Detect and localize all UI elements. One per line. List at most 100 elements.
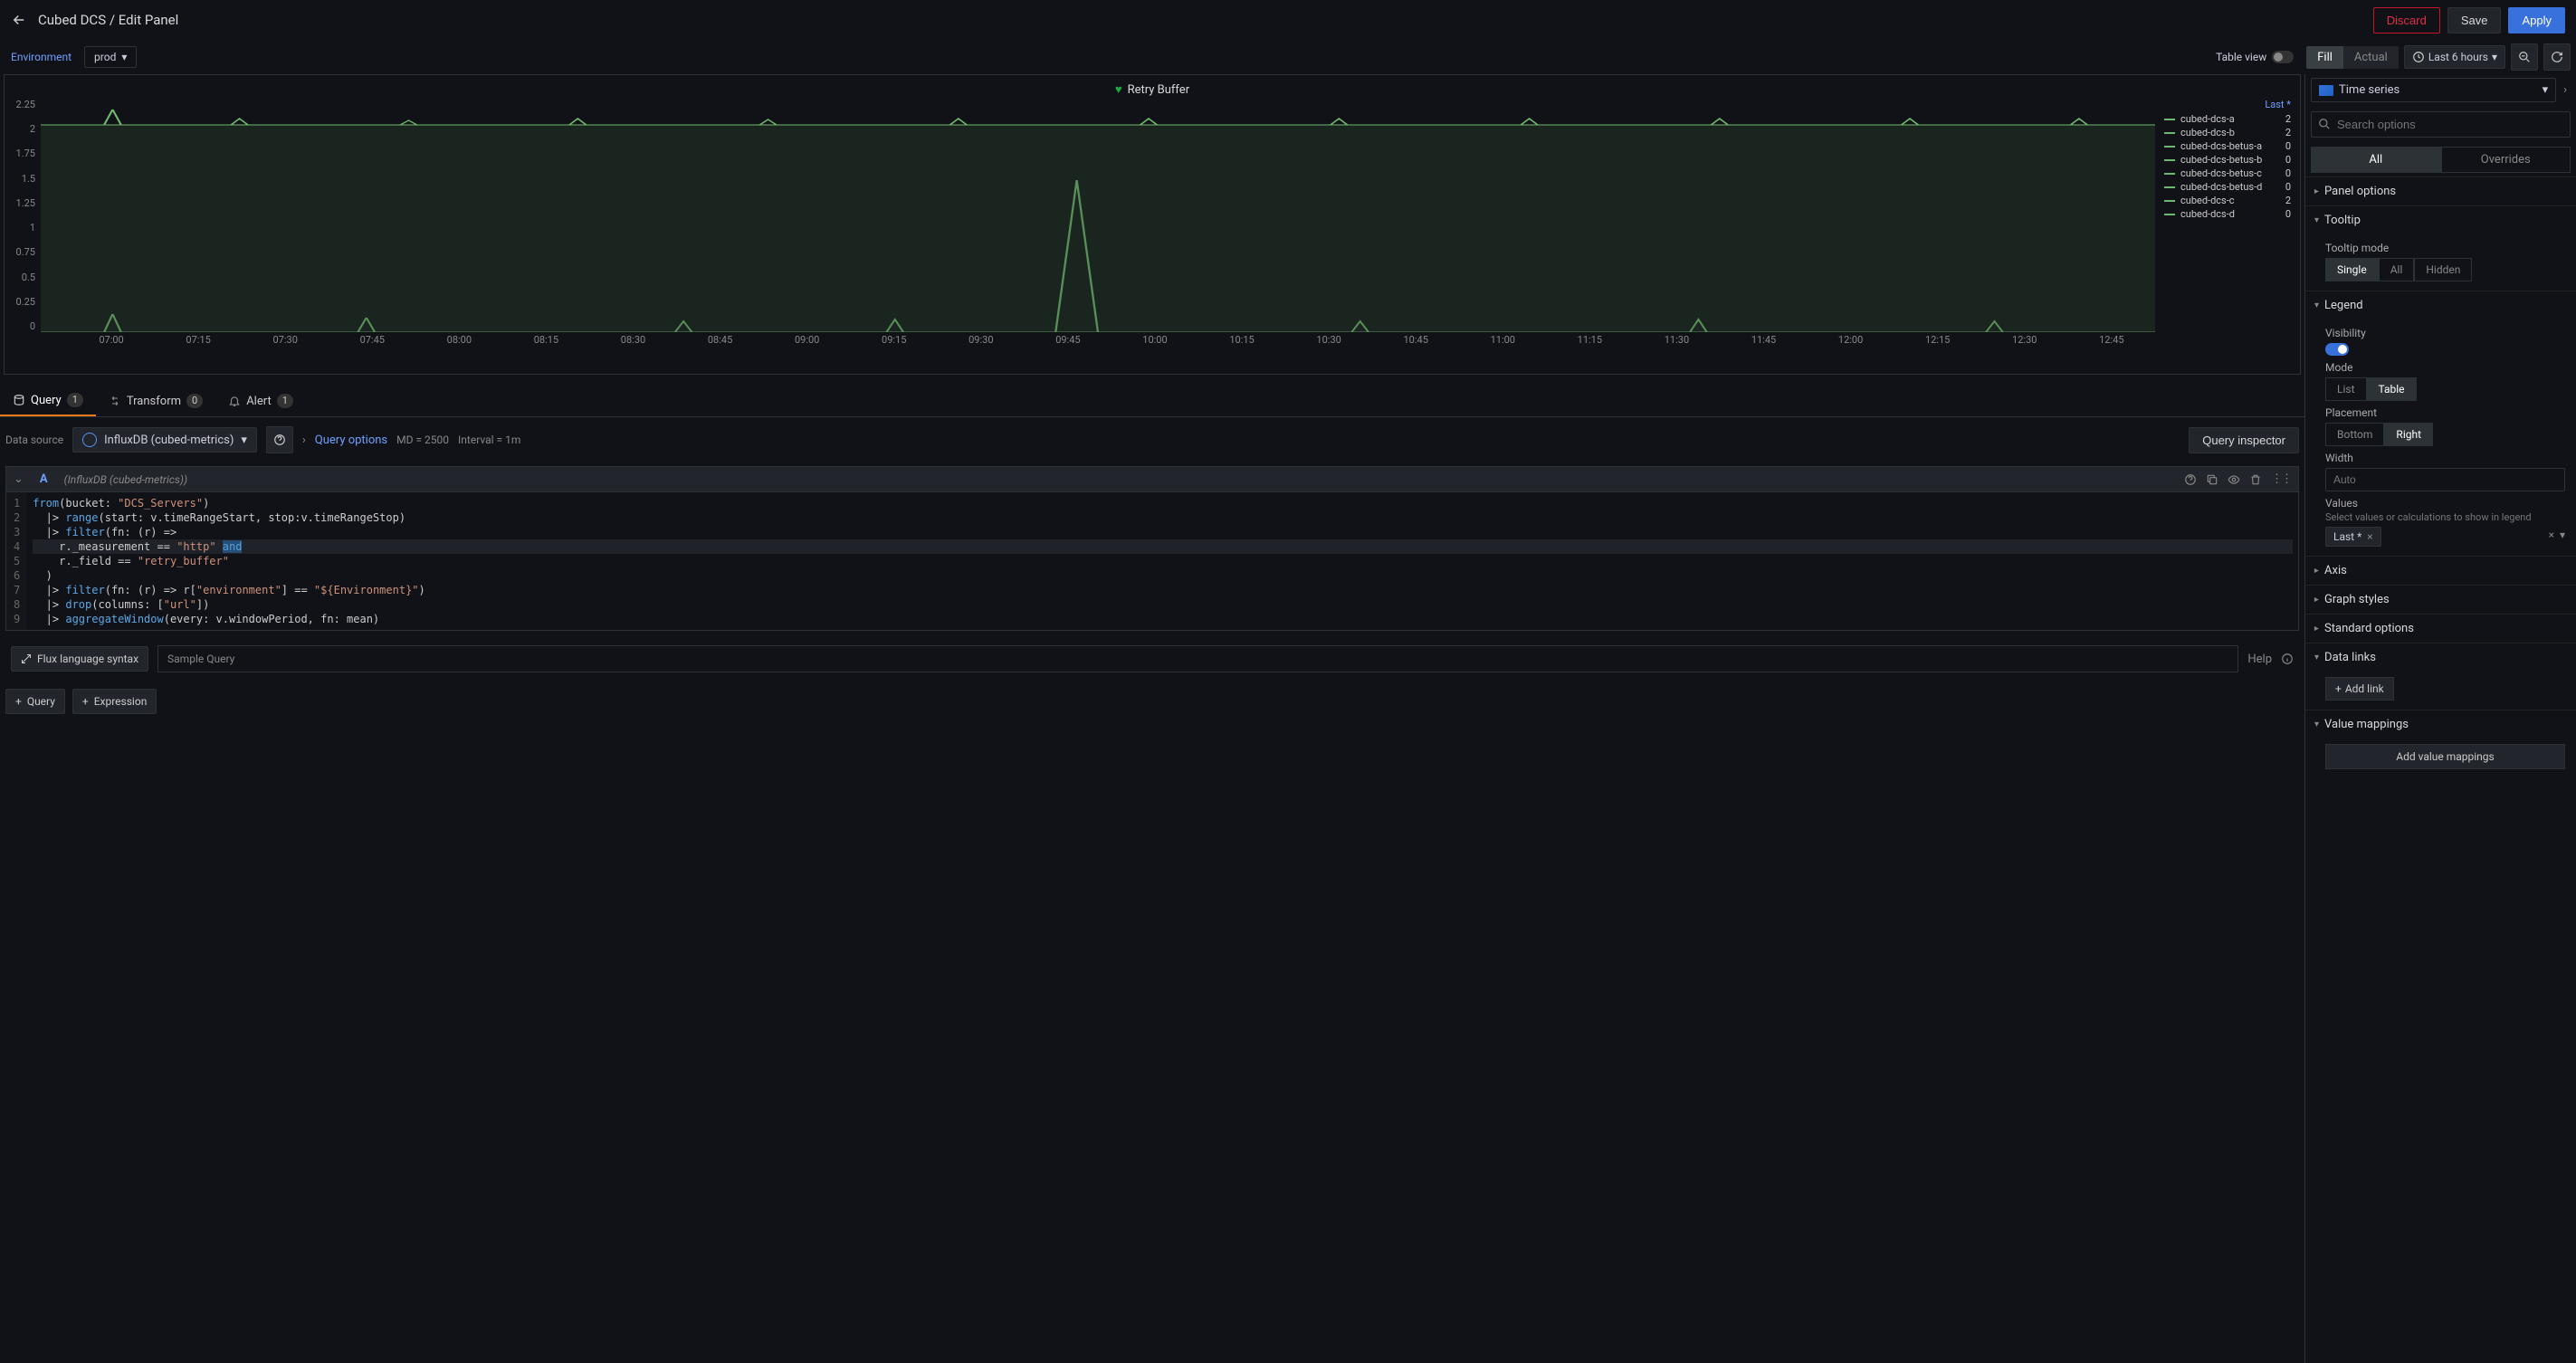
bottom-tabs: Query 1 Transform 0 Alert 1 xyxy=(0,386,2304,417)
tooltip-mode-label: Tooltip mode xyxy=(2325,242,2565,254)
add-expression-button[interactable]: + Expression xyxy=(72,689,157,714)
query-editor: ⌄ A (InfluxDB (cubed-metrics)) ⋮⋮ 123456… xyxy=(5,466,2299,631)
influxdb-icon xyxy=(82,433,97,447)
save-button[interactable]: Save xyxy=(2447,7,2502,33)
tooltip-hidden[interactable]: Hidden xyxy=(2414,258,2472,281)
panel-title: ♥ Retry Buffer xyxy=(14,82,2291,99)
query-interval: Interval = 1m xyxy=(458,434,520,446)
close-icon[interactable]: × xyxy=(2549,529,2554,541)
plus-icon: + xyxy=(15,695,22,708)
section-graph-styles[interactable]: ▾Graph styles xyxy=(2305,586,2576,614)
environment-label: Environment xyxy=(5,47,77,67)
legend-row[interactable]: cubed-dcs-betus-b0 xyxy=(2164,153,2291,167)
help-link[interactable]: Help xyxy=(2247,653,2272,666)
query-help-icon[interactable] xyxy=(2184,473,2197,486)
tab-alert[interactable]: Alert 1 xyxy=(215,386,306,416)
legend-width-input[interactable] xyxy=(2325,468,2565,491)
legend-placement-right[interactable]: Right xyxy=(2384,423,2433,446)
refresh-button[interactable] xyxy=(2543,43,2571,71)
legend-placement-bottom[interactable]: Bottom xyxy=(2325,423,2384,446)
actual-option[interactable]: Actual xyxy=(2343,46,2399,69)
environment-select[interactable]: prod ▾ xyxy=(84,46,137,68)
breadcrumb: Cubed DCS / Edit Panel xyxy=(38,12,178,28)
x-axis: 07:0007:1507:3007:4508:0008:1508:3008:45… xyxy=(41,332,2155,346)
section-panel-options[interactable]: ▾Panel options xyxy=(2305,177,2576,205)
collapse-query-icon[interactable]: ⌄ xyxy=(14,472,24,486)
zoom-out-button[interactable] xyxy=(2511,43,2538,71)
chevron-right-icon[interactable]: › xyxy=(2560,83,2571,97)
y-axis: 2.2521.751.51.2510.750.50.250 xyxy=(14,99,41,332)
legend-row[interactable]: cubed-dcs-a2 xyxy=(2164,112,2291,126)
legend-values-desc: Select values or calculations to show in… xyxy=(2325,511,2565,523)
tooltip-all[interactable]: All xyxy=(2379,258,2415,281)
tab-query[interactable]: Query 1 xyxy=(0,386,96,416)
legend-row[interactable]: cubed-dcs-b2 xyxy=(2164,126,2291,139)
legend-visibility-toggle[interactable] xyxy=(2325,343,2349,356)
section-value-mappings[interactable]: ▾Value mappings xyxy=(2305,710,2576,739)
search-options-input[interactable] xyxy=(2311,111,2571,138)
datasource-help-button[interactable] xyxy=(266,426,293,453)
toggle-visibility-icon[interactable] xyxy=(2228,473,2240,486)
legend-placement-radio[interactable]: Bottom Right xyxy=(2325,423,2565,446)
legend-row[interactable]: cubed-dcs-c2 xyxy=(2164,194,2291,207)
chevron-down-icon: ▾ xyxy=(2543,83,2549,97)
legend-visibility-label: Visibility xyxy=(2325,327,2565,339)
tab-transform[interactable]: Transform 0 xyxy=(96,386,215,416)
fill-option[interactable]: Fill xyxy=(2306,46,2343,69)
alert-count-badge: 1 xyxy=(277,394,293,408)
discard-button[interactable]: Discard xyxy=(2373,7,2440,33)
fill-actual-segment[interactable]: Fill Actual xyxy=(2306,46,2399,69)
query-inspector-button[interactable]: Query inspector xyxy=(2189,427,2299,453)
apply-button[interactable]: Apply xyxy=(2508,7,2565,33)
chevron-down-icon: ▾ xyxy=(121,51,127,63)
duplicate-query-icon[interactable] xyxy=(2206,473,2218,486)
delete-query-icon[interactable] xyxy=(2249,473,2262,486)
info-icon[interactable] xyxy=(2281,653,2294,665)
drag-handle-icon[interactable]: ⋮⋮ xyxy=(2271,472,2291,486)
legend-row[interactable]: cubed-dcs-betus-a0 xyxy=(2164,139,2291,153)
legend-mode-list[interactable]: List xyxy=(2325,377,2367,401)
add-link-button[interactable]: + Add link xyxy=(2325,677,2394,701)
query-datasource-hint: (InfluxDB (cubed-metrics)) xyxy=(64,473,187,486)
heart-icon: ♥ xyxy=(1115,82,1122,97)
datasource-select[interactable]: InfluxDB (cubed-metrics) ▾ xyxy=(72,427,257,453)
plus-icon: + xyxy=(2335,682,2342,695)
legend-mode-label: Mode xyxy=(2325,361,2565,374)
toggle-off-icon xyxy=(2272,51,2294,63)
plot-area[interactable]: 07:0007:1507:3007:4508:0008:1508:3008:45… xyxy=(41,99,2155,370)
close-icon[interactable]: × xyxy=(2367,530,2372,543)
add-query-button[interactable]: + Query xyxy=(5,689,65,714)
table-view-toggle[interactable]: Table view xyxy=(2209,47,2301,67)
legend-mode-radio[interactable]: List Table xyxy=(2325,377,2565,401)
legend: Last * cubed-dcs-a2cubed-dcs-b2cubed-dcs… xyxy=(2155,99,2291,370)
legend-mode-table[interactable]: Table xyxy=(2367,377,2417,401)
section-tooltip[interactable]: ▾Tooltip xyxy=(2305,206,2576,234)
legend-values-label: Values xyxy=(2325,497,2565,510)
section-legend[interactable]: ▾Legend xyxy=(2305,291,2576,319)
chevron-down-icon[interactable]: ▾ xyxy=(2560,529,2565,541)
legend-row[interactable]: cubed-dcs-betus-c0 xyxy=(2164,167,2291,180)
section-axis[interactable]: ▾Axis xyxy=(2305,557,2576,585)
tooltip-single[interactable]: Single xyxy=(2325,258,2379,281)
chevron-right-icon[interactable]: › xyxy=(302,434,306,447)
visualization-type-select[interactable]: Time series ▾ xyxy=(2311,78,2556,102)
search-icon xyxy=(2318,118,2331,130)
query-ref-id[interactable]: A xyxy=(36,472,52,486)
section-data-links[interactable]: ▾Data links xyxy=(2305,643,2576,672)
query-options-link[interactable]: Query options xyxy=(315,434,387,447)
legend-row[interactable]: cubed-dcs-betus-d0 xyxy=(2164,180,2291,194)
legend-row[interactable]: cubed-dcs-d0 xyxy=(2164,207,2291,221)
legend-sort[interactable]: Last * xyxy=(2164,99,2291,112)
section-standard-options[interactable]: ▾Standard options xyxy=(2305,615,2576,643)
sample-query-bar[interactable]: Sample Query xyxy=(157,645,2238,672)
code-editor[interactable]: 123456789 from(bucket: "DCS_Servers") |>… xyxy=(6,492,2298,630)
back-button[interactable] xyxy=(11,12,27,28)
tab-overrides[interactable]: Overrides xyxy=(2441,147,2571,173)
tab-all[interactable]: All xyxy=(2311,147,2441,173)
chart-panel: ♥ Retry Buffer 2.2521.751.51.2510.750.50… xyxy=(4,74,2301,375)
tooltip-mode-radio[interactable]: Single All Hidden xyxy=(2325,258,2565,281)
time-range-picker[interactable]: Last 6 hours ▾ xyxy=(2404,45,2505,69)
flux-syntax-link[interactable]: Flux language syntax xyxy=(11,646,148,672)
add-value-mappings-button[interactable]: Add value mappings xyxy=(2325,744,2565,769)
legend-value-chip[interactable]: Last * × xyxy=(2325,527,2381,547)
